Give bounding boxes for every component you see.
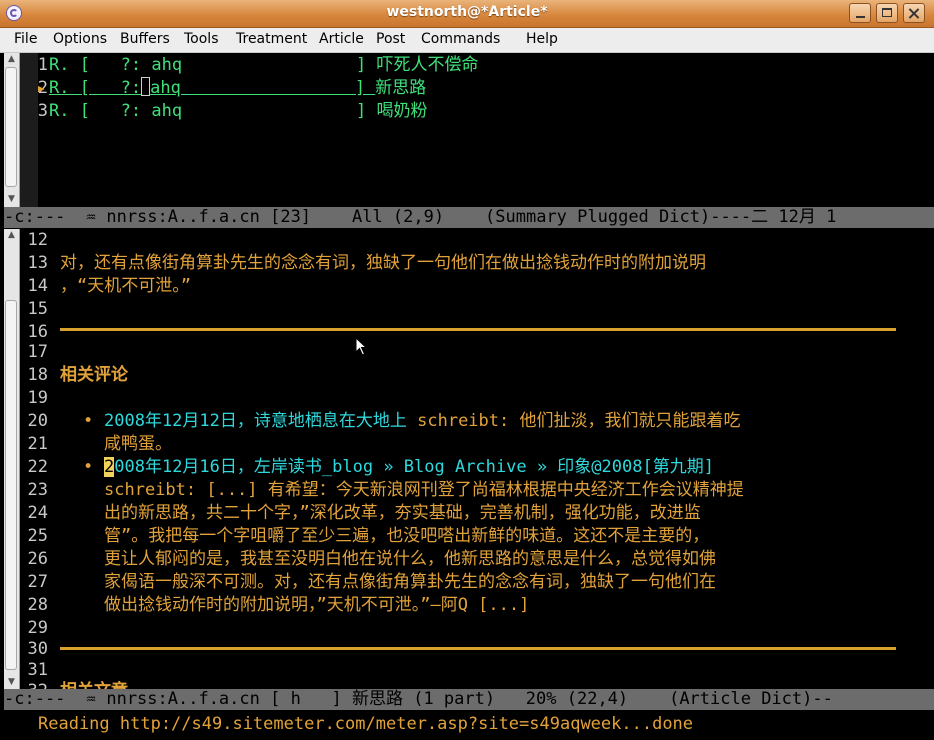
window-titlebar[interactable]: westnorth@*Article* [0, 0, 934, 28]
line-number: 3 [37, 101, 48, 121]
section-heading: 相关评论 [60, 365, 128, 385]
comment-item: 2008年12月12日，诗意地栖息在大地上 schreibt: 他们扯淡，我们就… [104, 410, 740, 433]
comment-text: 家偈语一般深不可测。对，还有点像街角算卦先生的念念有词，独缺了一句他们在 [104, 572, 716, 592]
horizontal-rule [60, 328, 896, 331]
menu-tools[interactable]: Tools [184, 31, 219, 47]
line-number: 19 [27, 388, 48, 408]
summary-scrollbar[interactable]: ▲ ▼ [4, 53, 20, 207]
comment-text: 咸鸭蛋。 [104, 434, 172, 454]
summary-subject: 吓死人不偿命 [376, 55, 479, 75]
comment-author-link[interactable]: 左岸读书_blog » Blog Archive » 印象@2008[第九期] [254, 457, 714, 477]
section-heading-partial: 相关文章 [60, 680, 128, 689]
line-number: 29 [27, 618, 48, 638]
line-number: 32 [20, 680, 48, 689]
menu-buffers[interactable]: Buffers [120, 31, 170, 47]
line-number: 20 [27, 411, 48, 431]
comment-text: 更让人郁闷的是，我甚至没明白他在说什么，他新思路的意思是什么，总觉得如佛 [104, 549, 716, 569]
bullet-icon: • [83, 457, 94, 477]
line-number: 12 [27, 230, 48, 250]
line-number: 14 [27, 276, 48, 296]
article-paragraph: 对，还有点像街角算卦先生的念念有词，独缺了一句他们在做出捻钱动作时的附加说明 [60, 253, 706, 273]
article-modeline[interactable]: -c:--- ♒ nnrss:A..f.a.cn [ h ] 新思路 (1 pa… [4, 689, 934, 710]
summary-line[interactable]: R. [ ?: ahq ] 吓死人不偿命 [49, 54, 479, 77]
mouse-pointer-icon [355, 337, 368, 356]
horizontal-rule [60, 647, 896, 650]
line-number: 1 [37, 55, 48, 75]
close-icon[interactable] [903, 3, 925, 23]
window-title: westnorth@*Article* [386, 4, 548, 20]
minimize-icon[interactable] [849, 3, 871, 23]
article-scroll-thumb[interactable] [5, 300, 17, 670]
line-number: 23 [27, 480, 48, 500]
menu-treatment[interactable]: Treatment [236, 31, 307, 47]
summary-scroll-thumb[interactable] [5, 67, 17, 187]
summary-line-text: R. [ ?: ahq ] [49, 55, 377, 75]
menu-post[interactable]: Post [376, 31, 405, 47]
line-number: 22 [27, 457, 48, 477]
line-number: 25 [27, 526, 48, 546]
menu-commands[interactable]: Commands [421, 31, 500, 47]
current-line-arrow-icon: ▶ [38, 82, 45, 95]
line-number: 21 [27, 434, 48, 454]
comment-says: schreibt: [406, 411, 520, 431]
line-number: 18 [27, 365, 48, 385]
comment-date-link[interactable]: 2008年12月12日， [104, 411, 254, 431]
menu-help[interactable]: Help [526, 31, 558, 47]
menu-options[interactable]: Options [53, 31, 107, 47]
scroll-up-icon[interactable]: ▲ [6, 55, 17, 64]
comment-says: schreibt: [...] [104, 480, 268, 500]
line-number: 27 [27, 572, 48, 592]
echo-message: Reading http://s49.sitemeter.com/meter.a… [38, 714, 694, 734]
summary-line-text: ahq ] [150, 78, 376, 98]
maximize-icon[interactable] [876, 3, 898, 23]
echo-area: Reading http://s49.sitemeter.com/meter.a… [0, 713, 934, 740]
comment-text: 出的新思路，共二十个字，”深化改革，夯实基础，完善机制，强化功能，改进监 [104, 503, 701, 523]
summary-subject: 新思路 [375, 78, 427, 98]
line-number: 30 [27, 639, 48, 659]
summary-line-text: R. [ ?: [49, 78, 142, 98]
comment-item: 2008年12月16日，左岸读书_blog » Blog Archive » 印… [104, 456, 714, 479]
comment-text: schreibt: [...] 有希望：今天新浪网刊登了尚福林根据中央经济工作会… [104, 479, 744, 502]
comment-author-link[interactable]: 诗意地栖息在大地上 [254, 411, 407, 431]
summary-modeline[interactable]: -c:--- ♒ nnrss:A..f.a.cn [23] All (2,9) … [4, 207, 934, 228]
comment-date-link[interactable]: 008年12月16日， [114, 457, 254, 477]
line-number: 26 [27, 549, 48, 569]
line-number: 24 [27, 503, 48, 523]
menu-file[interactable]: File [14, 31, 37, 47]
line-number: 31 [27, 660, 48, 680]
scroll-up-icon[interactable]: ▲ [6, 231, 17, 240]
article-paragraph: ，“天机不可泄。” [60, 276, 191, 296]
line-number: 17 [27, 342, 48, 362]
bullet-icon: • [83, 411, 94, 431]
menu-article[interactable]: Article [319, 31, 364, 47]
line-number: 28 [27, 595, 48, 615]
scroll-down-icon[interactable]: ▼ [6, 195, 17, 204]
menubar: File Options Buffers Tools Treatment Art… [0, 28, 934, 53]
text-cursor [141, 77, 151, 96]
line-number: 13 [27, 253, 48, 273]
summary-line[interactable]: R. [ ?: ahq ] 喝奶粉 [49, 100, 428, 123]
comment-text: 管”。我把每一个字咀嚼了至少三遍，也没吧嗒出新鲜的味道。这还不是主要的， [104, 526, 710, 546]
summary-line-selected[interactable]: R. [ ?: ahq ] 新思路 [49, 77, 426, 100]
comment-text: 做出捻钱动作时的附加说明，”天机不可泄。”—阿Q [...] [104, 595, 530, 615]
scroll-down-icon[interactable]: ▼ [6, 678, 17, 687]
line-number: 15 [27, 299, 48, 319]
comment-text: 他们扯淡，我们就只能跟着吃 [519, 411, 741, 431]
comment-text-part: 有希望：今天新浪网刊登了尚福林根据中央经济工作会议精神提 [267, 480, 744, 500]
summary-line-text: R. [ ?: ahq ] [49, 101, 377, 121]
summary-subject: 喝奶粉 [376, 101, 428, 121]
article-scrollbar[interactable]: ▲ ▼ [4, 229, 20, 689]
point-cursor: 2 [104, 457, 115, 477]
